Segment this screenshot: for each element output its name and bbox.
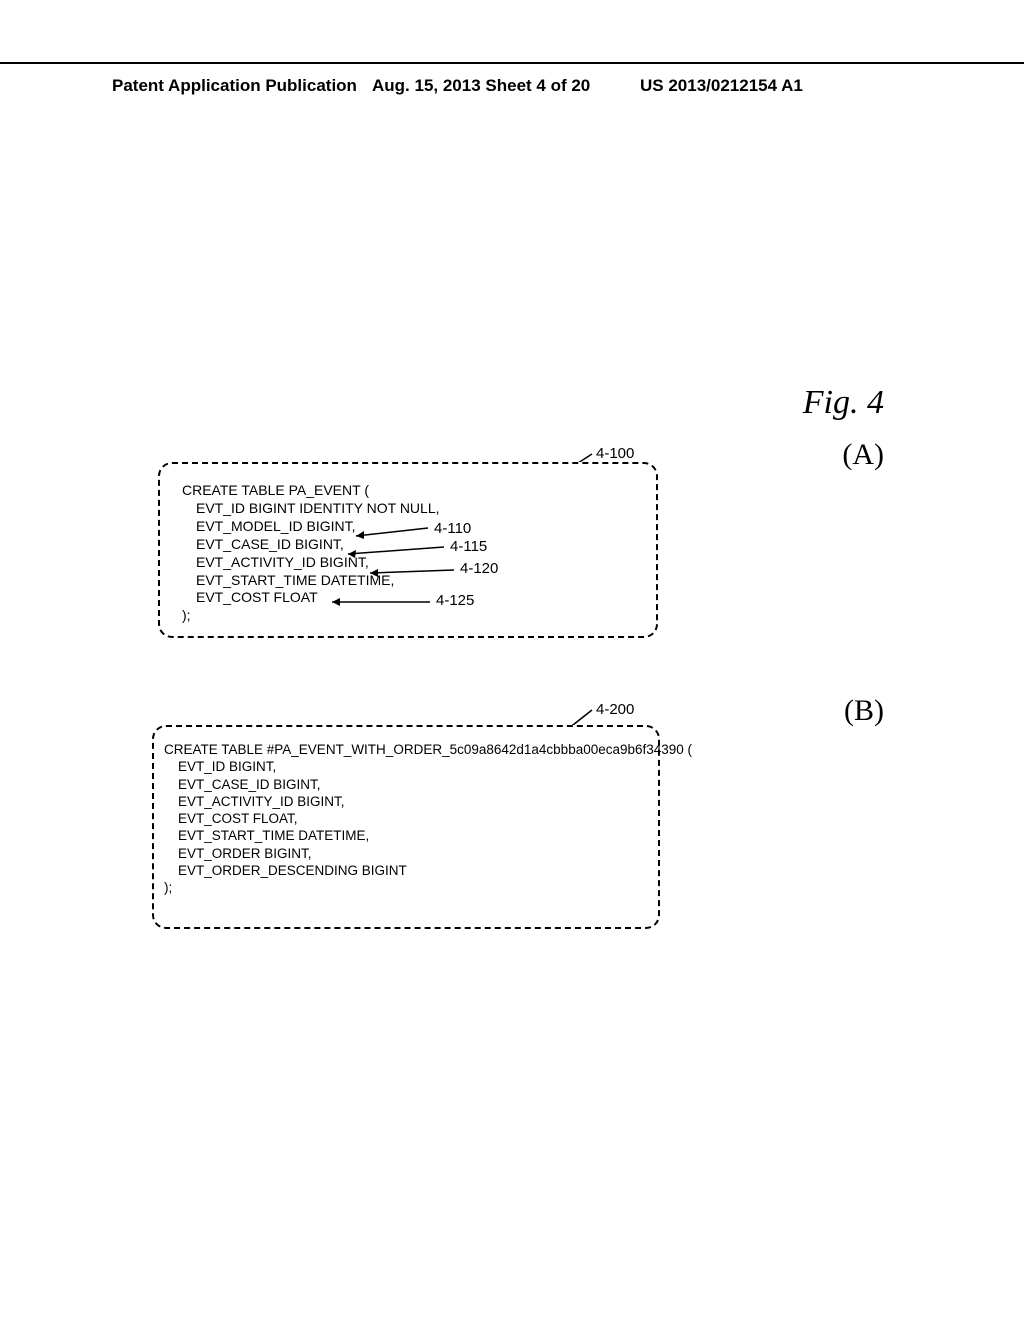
- code-line: EVT_MODEL_ID BIGINT,: [196, 518, 355, 534]
- code-line: EVT_ORDER_DESCENDING BIGINT: [178, 863, 407, 878]
- code-line: );: [182, 607, 191, 623]
- code-line: EVT_COST FLOAT: [196, 589, 318, 605]
- code-line: EVT_ID BIGINT,: [178, 759, 276, 774]
- code-line: EVT_CASE_ID BIGINT,: [178, 777, 321, 792]
- code-line: EVT_ID BIGINT IDENTITY NOT NULL,: [196, 500, 440, 516]
- ref-4-120: 4-120: [460, 560, 498, 577]
- ref-4-110: 4-110: [434, 520, 471, 537]
- code-line: CREATE TABLE #PA_EVENT_WITH_ORDER_5c09a8…: [164, 742, 692, 757]
- arrow-4-110: [350, 522, 430, 540]
- code-b-content: CREATE TABLE #PA_EVENT_WITH_ORDER_5c09a8…: [154, 727, 658, 904]
- header-left: Patent Application Publication: [112, 76, 357, 96]
- code-line: );: [164, 880, 172, 895]
- code-line: EVT_ORDER BIGINT,: [178, 846, 312, 861]
- panel-b-label: (B): [844, 694, 884, 728]
- header-right: US 2013/0212154 A1: [640, 76, 803, 96]
- panel-a-label: (A): [842, 438, 884, 472]
- arrow-4-120: [364, 567, 456, 577]
- figure-label: Fig. 4: [803, 384, 884, 422]
- header-center: Aug. 15, 2013 Sheet 4 of 20: [372, 76, 590, 96]
- ref-4-115: 4-115: [450, 538, 487, 555]
- code-line: EVT_START_TIME DATETIME,: [178, 828, 369, 843]
- code-line: EVT_CASE_ID BIGINT,: [196, 536, 344, 552]
- arrow-4-115: [342, 544, 446, 558]
- code-line: EVT_COST FLOAT,: [178, 811, 298, 826]
- code-line: CREATE TABLE PA_EVENT (: [182, 482, 369, 498]
- header-rule: [0, 62, 1024, 64]
- arrow-4-125: [326, 598, 432, 608]
- ref-4-125: 4-125: [436, 592, 474, 609]
- code-block-b: CREATE TABLE #PA_EVENT_WITH_ORDER_5c09a8…: [152, 725, 660, 929]
- code-line: EVT_ACTIVITY_ID BIGINT,: [178, 794, 345, 809]
